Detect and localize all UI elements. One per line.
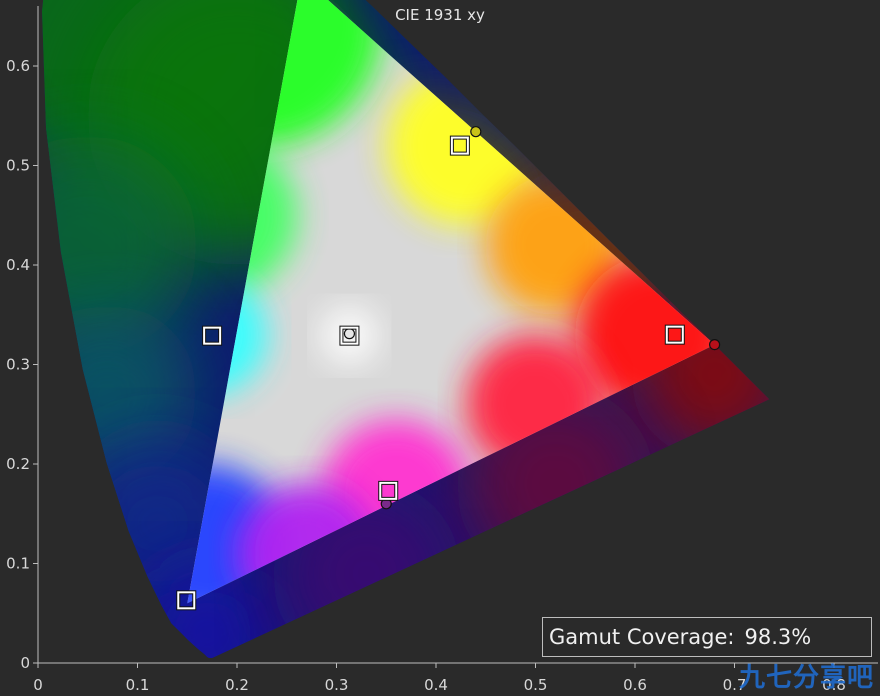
x-tick-label: 0.2 bbox=[225, 676, 249, 694]
chart-frame: CIE 1931 xy 0 0.1 0.2 0.3 0.4 0.5 0.6 0.7 0.8 0 0.… bbox=[0, 0, 880, 696]
gamut-coverage-label: Gamut Coverage: bbox=[549, 625, 735, 649]
chart-title: CIE 1931 xy bbox=[395, 6, 485, 24]
y-tick-label: 0.5 bbox=[6, 157, 30, 175]
measured-point bbox=[343, 328, 356, 340]
x-tick-label: 0.1 bbox=[126, 676, 150, 694]
x-tick-label: 0.3 bbox=[325, 676, 349, 694]
gamut-coverage-value: 98.3% bbox=[744, 625, 812, 649]
y-tick-label: 0.6 bbox=[6, 57, 30, 75]
x-tick-label: 0.5 bbox=[524, 676, 548, 694]
gamut-coverage-box: Gamut Coverage: 98.3% bbox=[542, 617, 872, 657]
cie-chart: CIE 1931 xy 0 0.1 0.2 0.3 0.4 0.5 0.6 0.7 0.800.… bbox=[6, 0, 878, 694]
y-tick-label: 0 bbox=[20, 654, 30, 672]
x-tick-label: 0.6 bbox=[623, 676, 647, 694]
x-tick-label: 0.4 bbox=[424, 676, 448, 694]
watermark-logo: 九七分享吧 bbox=[738, 663, 874, 693]
y-tick-label: 0.3 bbox=[6, 356, 30, 374]
measured-point bbox=[470, 126, 482, 138]
measured-point bbox=[708, 339, 721, 351]
x-tick-label: 0 bbox=[33, 676, 43, 694]
y-tick-label: 0.4 bbox=[6, 256, 30, 274]
y-tick-label: 0.1 bbox=[6, 555, 30, 573]
y-tick-label: 0.2 bbox=[6, 455, 30, 473]
